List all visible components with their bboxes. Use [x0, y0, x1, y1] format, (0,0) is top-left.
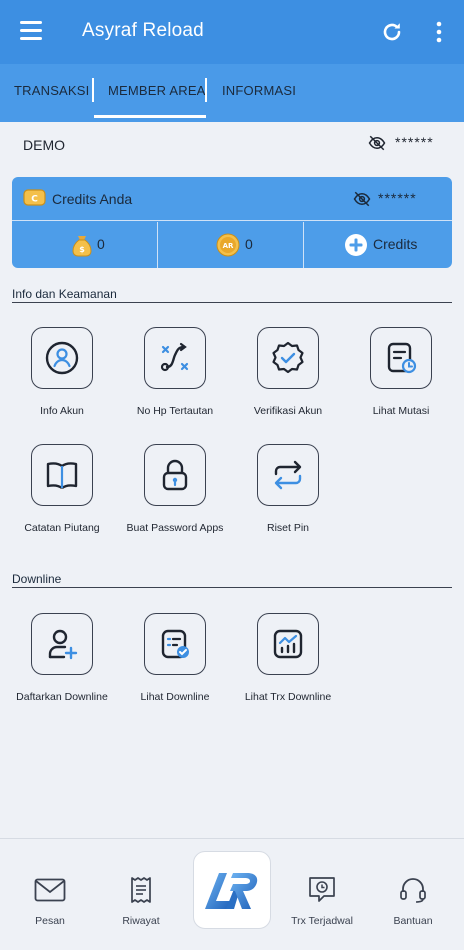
mail-icon	[34, 878, 66, 902]
lihat-mutasi-tile[interactable]: Lihat Mutasi	[346, 327, 456, 418]
money-bag-icon: $	[72, 236, 92, 257]
no-hp-label: No Hp Tertautan	[136, 405, 214, 417]
daftarkan-icon-box	[31, 613, 93, 675]
tab-bar: TRANSAKSI MEMBER AREA INFORMASI	[0, 64, 464, 122]
tab-divider	[205, 78, 207, 102]
info-akun-label: Info Akun	[40, 405, 84, 417]
verifikasi-akun-tile[interactable]: Verifikasi Akun	[233, 327, 343, 418]
credits-header: C Credits Anda ******	[12, 177, 452, 221]
tab-member-area[interactable]: MEMBER AREA	[108, 64, 206, 122]
lihat-trx-downline-tile[interactable]: Lihat Trx Downline	[233, 613, 343, 704]
trx-downline-icon-box	[257, 613, 319, 675]
password-label: Buat Password Apps	[126, 522, 224, 534]
nav-bantuan[interactable]: Bantuan	[368, 875, 458, 927]
riset-pin-icon-box	[257, 444, 319, 506]
open-book-icon	[46, 462, 78, 490]
tab-informasi[interactable]: INFORMASI	[222, 64, 296, 122]
no-hp-tertautan-tile[interactable]: No Hp Tertautan	[120, 327, 230, 418]
balance-count: 0	[97, 236, 105, 252]
section-title-security: Info dan Keamanan	[12, 287, 117, 301]
ar-points-cell[interactable]: AR 0	[159, 222, 304, 268]
add-circle-icon	[345, 234, 367, 256]
buat-password-apps-tile[interactable]: Buat Password Apps	[120, 444, 230, 535]
piutang-label: Catatan Piutang	[24, 522, 100, 534]
riset-pin-label: Riset Pin	[266, 522, 309, 534]
credits-masked-value: ******	[378, 190, 417, 206]
lihat-downline-tile[interactable]: Lihat Downline	[120, 613, 230, 704]
route-icon	[160, 342, 189, 372]
section-title-downline: Downline	[12, 572, 62, 586]
eye-off-icon[interactable]	[353, 191, 371, 207]
app-bar: Asyraf Reload	[0, 0, 464, 64]
add-credits-button[interactable]: Credits	[305, 222, 452, 268]
tab-transaksi[interactable]: TRANSAKSI	[14, 64, 89, 122]
verified-badge-icon	[272, 341, 304, 374]
nav-trx-terjadwal-label: Trx Terjadwal	[291, 915, 353, 927]
ar-logo-icon	[205, 873, 258, 909]
ar-points: 0	[245, 236, 253, 252]
mutasi-icon-box	[370, 327, 432, 389]
nav-pesan[interactable]: Pesan	[5, 875, 95, 927]
ar-coin-icon: AR	[216, 233, 240, 257]
trx-downline-label: Lihat Trx Downline	[244, 691, 332, 703]
receipt-icon	[131, 877, 151, 903]
mutasi-label: Lihat Mutasi	[372, 405, 430, 417]
lihat-downline-label: Lihat Downline	[140, 691, 210, 703]
money-bag-cell[interactable]: $ 0	[12, 222, 158, 268]
credits-label: Credits Anda	[52, 191, 133, 207]
user-circle-icon	[45, 341, 79, 375]
credit-coin-icon: C	[23, 189, 46, 206]
tab-divider	[92, 78, 94, 102]
nav-pesan-label: Pesan	[35, 915, 65, 927]
more-vert-icon[interactable]	[432, 20, 446, 44]
document-clock-icon	[387, 342, 417, 374]
daftarkan-label: Daftarkan Downline	[16, 691, 108, 703]
list-check-icon	[161, 629, 189, 659]
section-divider	[12, 587, 452, 588]
add-credits-label: Credits	[373, 236, 418, 252]
credits-summary: $ 0 AR 0 Credits	[12, 222, 452, 268]
bottom-navigation: Pesan Riwayat Trx Terjadwal Bantuan	[0, 838, 464, 950]
credits-card: C Credits Anda ****** $ 0 AR 0 Credits	[12, 177, 452, 268]
active-tab-indicator	[94, 115, 206, 118]
nav-home-button[interactable]	[193, 851, 271, 929]
refresh-icon[interactable]	[380, 20, 404, 44]
riset-pin-tile[interactable]: Riset Pin	[233, 444, 343, 535]
lihat-downline-icon-box	[144, 613, 206, 675]
svg-text:C: C	[31, 195, 38, 205]
svg-text:$: $	[79, 245, 85, 254]
verifikasi-icon-box	[257, 327, 319, 389]
password-icon-box	[144, 444, 206, 506]
section-divider	[12, 302, 452, 303]
info-akun-tile[interactable]: Info Akun	[7, 327, 117, 418]
verifikasi-label: Verifikasi Akun	[253, 405, 323, 417]
scheduled-message-icon	[309, 877, 335, 902]
lock-icon	[162, 459, 188, 491]
nav-riwayat-label: Riwayat	[122, 915, 160, 927]
account-name: DEMO	[23, 137, 65, 153]
account-masked-balance: ******	[395, 134, 434, 150]
menu-icon[interactable]	[20, 21, 42, 41]
piutang-icon-box	[31, 444, 93, 506]
user-add-icon	[48, 629, 78, 660]
daftarkan-downline-tile[interactable]: Daftarkan Downline	[7, 613, 117, 704]
svg-text:AR: AR	[223, 242, 234, 250]
info-akun-icon-box	[31, 327, 93, 389]
eye-off-icon[interactable]	[368, 135, 386, 151]
repeat-icon	[274, 460, 302, 490]
nav-riwayat[interactable]: Riwayat	[96, 875, 186, 927]
app-title: Asyraf Reload	[82, 20, 204, 41]
nav-trx-terjadwal[interactable]: Trx Terjadwal	[277, 875, 367, 927]
catatan-piutang-tile[interactable]: Catatan Piutang	[7, 444, 117, 535]
headset-icon	[400, 878, 426, 903]
chart-icon	[273, 629, 303, 659]
no-hp-icon-box	[144, 327, 206, 389]
nav-bantuan-label: Bantuan	[393, 915, 433, 927]
